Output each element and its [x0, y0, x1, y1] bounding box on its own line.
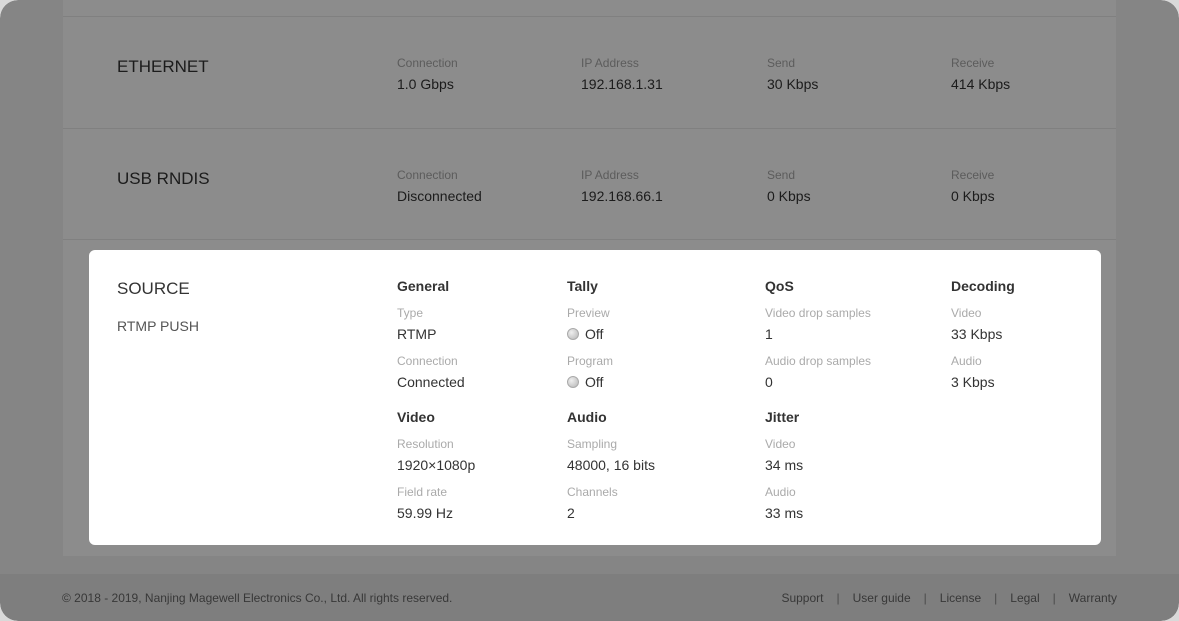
sampling-label: Sampling [567, 437, 618, 451]
jitter-video-label: Video [765, 437, 796, 451]
program-status: Off [567, 372, 655, 392]
program-indicator-icon [567, 376, 579, 388]
video-heading: Video [397, 409, 435, 425]
decoding-audio-label: Audio [951, 354, 982, 368]
field-rate-label: Field rate [397, 485, 448, 499]
jitter-audio-label: Audio [765, 485, 796, 499]
tally-audio-column: Tally Preview Off Program Off Audio Samp… [567, 276, 655, 523]
channels-label: Channels [567, 485, 618, 499]
video-drop-value: 1 [765, 326, 773, 342]
connection-value: Connected [397, 374, 465, 390]
channels-value: 2 [567, 505, 575, 521]
program-value: Off [585, 374, 604, 390]
audio-heading: Audio [567, 409, 607, 425]
qos-heading: QoS [765, 278, 794, 294]
source-detail-panel: SOURCE RTMP PUSH General Type RTMP Conne… [89, 250, 1101, 545]
general-heading: General [397, 278, 450, 294]
jitter-heading: Jitter [765, 409, 800, 425]
decoding-video-value: 33 Kbps [951, 326, 1003, 342]
resolution-label: Resolution [397, 437, 454, 451]
page-frame: ETHERNET Connection 1.0 Gbps IP Address … [0, 0, 1179, 621]
connection-label: Connection [397, 354, 458, 368]
audio-drop-value: 0 [765, 374, 773, 390]
preview-indicator-icon [567, 328, 579, 340]
jitter-video-value: 34 ms [765, 457, 804, 473]
video-drop-label: Video drop samples [765, 306, 871, 320]
decoding-video-label: Video [951, 306, 982, 320]
decoding-heading: Decoding [951, 278, 1015, 294]
jitter-audio-value: 33 ms [765, 505, 804, 521]
program-label: Program [567, 354, 614, 368]
tally-heading: Tally [567, 278, 598, 294]
type-label: Type [397, 306, 424, 320]
general-video-column: General Type RTMP Connection Connected V… [397, 276, 475, 523]
type-value: RTMP [397, 326, 437, 342]
sampling-value: 48000, 16 bits [567, 457, 655, 473]
audio-drop-label: Audio drop samples [765, 354, 872, 368]
preview-value: Off [585, 326, 604, 342]
resolution-value: 1920×1080p [397, 457, 476, 473]
source-subtitle: RTMP PUSH [117, 318, 199, 334]
source-title: SOURCE [117, 279, 190, 298]
preview-label: Preview [567, 306, 610, 320]
decoding-column: Decoding Video 33 Kbps Audio 3 Kbps [951, 276, 1015, 392]
decoding-audio-value: 3 Kbps [951, 374, 995, 390]
preview-status: Off [567, 324, 655, 344]
qos-jitter-column: QoS Video drop samples 1 Audio drop samp… [765, 276, 871, 523]
field-rate-value: 59.99 Hz [397, 505, 454, 521]
